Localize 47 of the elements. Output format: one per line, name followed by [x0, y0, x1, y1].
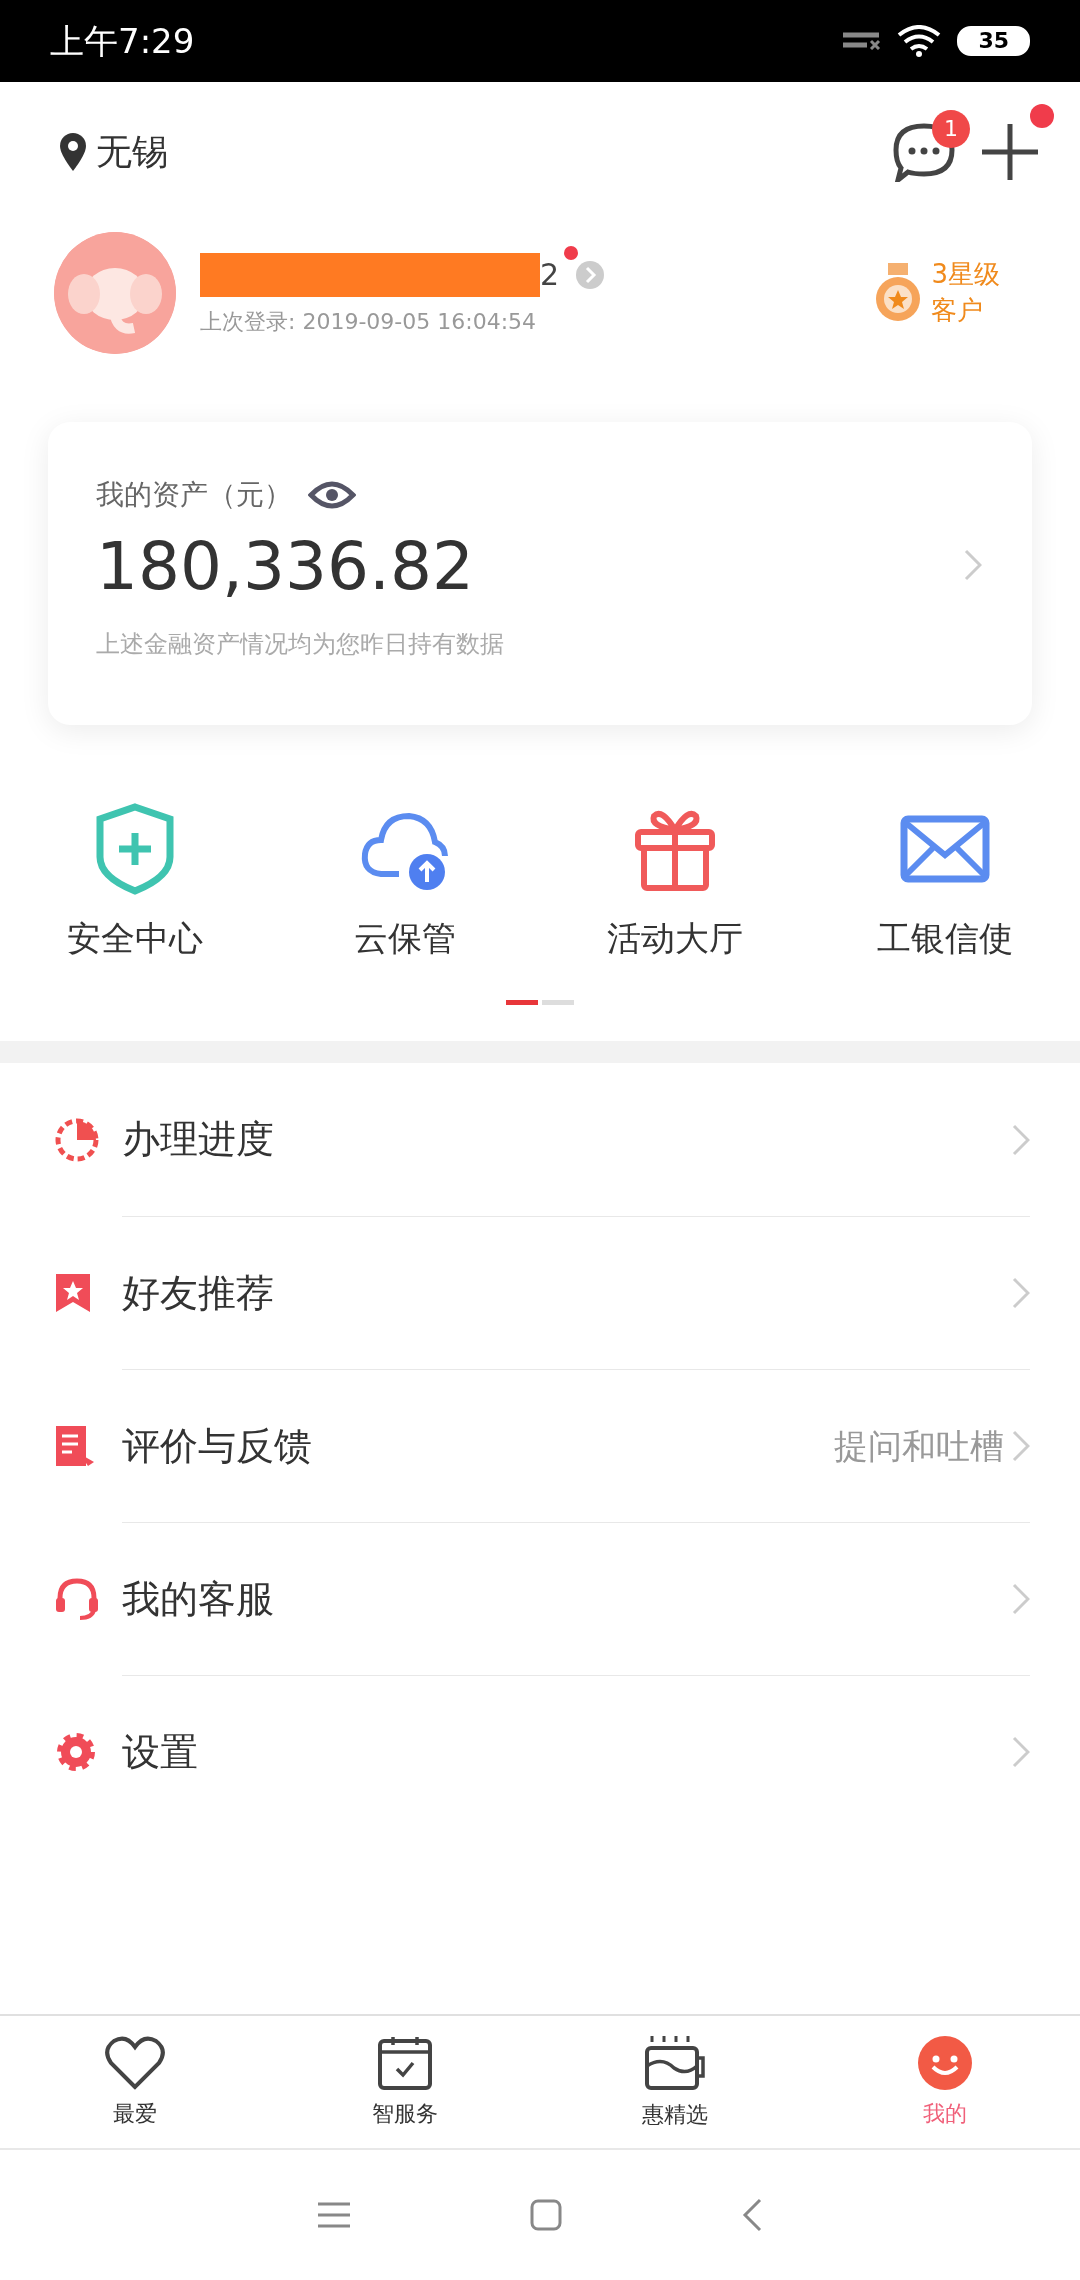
plus-icon[interactable] [980, 122, 1040, 182]
location-label[interactable]: 无锡 [96, 125, 168, 179]
pie-chart-icon [54, 1116, 100, 1163]
shortcut-label[interactable]: 活动大厅 [607, 913, 743, 964]
mug-icon[interactable] [644, 2033, 706, 2092]
heart-icon[interactable] [104, 2034, 166, 2091]
wifi-icon [897, 25, 942, 57]
shortcut-label[interactable]: 云保管 [354, 913, 456, 964]
assets-note: 上述金融资产情况均为您昨日持有数据 [96, 628, 505, 660]
bookmark-icon [54, 1271, 92, 1314]
chevron-right-icon [1012, 1583, 1030, 1615]
calendar-icon[interactable] [377, 2034, 433, 2091]
status-time: 上午7:29 [50, 19, 195, 63]
phone-number-tail: 2 [540, 256, 560, 294]
chevron-right-icon [1012, 1736, 1030, 1768]
menu-item[interactable]: 评价与反馈 [122, 1417, 312, 1475]
shield-icon [94, 803, 176, 895]
mail-icon [900, 815, 990, 883]
last-login-text: 上次登录: 2019-09-05 16:04:54 [200, 308, 538, 336]
menu-icon[interactable] [318, 2202, 350, 2228]
signal-icon [843, 32, 882, 50]
notification-badge: 1 [932, 110, 970, 148]
assets-amount: 180,336.82 [96, 527, 475, 607]
tab-label[interactable]: 最爱 [113, 2096, 157, 2130]
menu-item-hint: 提问和吐槽 [834, 1424, 1004, 1468]
tab-label[interactable]: 智服务 [372, 2096, 438, 2130]
chevron-right-icon [1012, 1123, 1030, 1156]
smiley-icon[interactable] [917, 2034, 973, 2091]
battery-indicator: 35 [957, 26, 1030, 56]
assets-title: 我的资产（元） [96, 477, 292, 513]
tab-label[interactable]: 惠精选 [642, 2097, 708, 2131]
menu-item[interactable]: 设置 [122, 1723, 198, 1781]
customer-level: 3星级 [931, 258, 1000, 291]
menu-item[interactable]: 办理进度 [122, 1111, 274, 1168]
location-pin-icon [58, 132, 88, 172]
shortcut-label[interactable]: 工银信使 [877, 913, 1013, 964]
chevron-right-icon [1012, 1430, 1030, 1462]
menu-item[interactable]: 好友推荐 [122, 1264, 274, 1322]
eye-icon[interactable] [308, 479, 356, 511]
menu-item[interactable]: 我的客服 [122, 1570, 274, 1628]
assets-card[interactable]: 我的资产（元） 180,336.82 上述金融资产情况均为您昨日持有数据 [48, 422, 1032, 725]
chevron-right-icon [1012, 1277, 1030, 1309]
back-icon[interactable] [742, 2198, 762, 2232]
shortcut-label[interactable]: 安全中心 [67, 913, 203, 964]
customer-level-label: 客户 [931, 294, 985, 327]
chevron-right-icon [964, 548, 982, 581]
home-square-icon[interactable] [530, 2199, 562, 2231]
